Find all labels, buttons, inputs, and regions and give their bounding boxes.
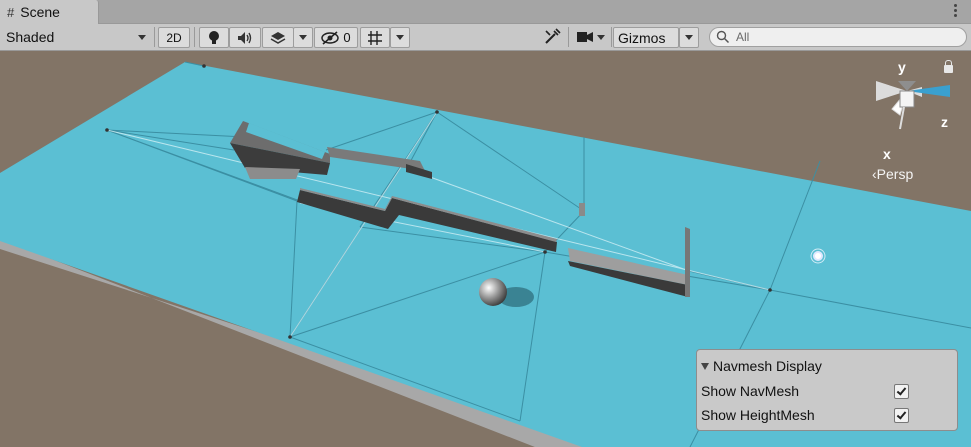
camera-icon <box>577 32 593 42</box>
hidden-count: 0 <box>343 30 351 45</box>
navmesh-display-panel: Navmesh Display Show NavMesh Show Height… <box>696 349 958 431</box>
gizmo-y-label: y <box>898 59 906 75</box>
show-navmesh-label: Show NavMesh <box>701 383 800 399</box>
2d-label: 2D <box>166 30 182 45</box>
effects-toggle-button[interactable] <box>262 27 294 48</box>
navmesh-panel-header[interactable]: Navmesh Display <box>701 358 822 374</box>
chevron-down-icon <box>685 35 693 40</box>
gizmo-x-label: x <box>883 146 891 162</box>
more-options-icon[interactable] <box>954 2 957 19</box>
hash-icon: # <box>7 4 15 20</box>
scene-toolbar: Shaded 2D 0 Gizmos All <box>0 24 971 51</box>
gizmos-button[interactable]: Gizmos <box>613 27 679 48</box>
audio-toggle-button[interactable] <box>229 27 261 48</box>
layers-icon <box>270 31 286 44</box>
shading-mode-dropdown[interactable]: Shaded <box>0 24 152 50</box>
search-icon <box>716 30 730 44</box>
effects-dropdown[interactable] <box>293 27 313 48</box>
search-input[interactable] <box>734 29 958 45</box>
tools-button[interactable] <box>539 24 565 50</box>
light-gizmo <box>810 248 826 264</box>
show-navmesh-checkbox[interactable] <box>894 383 909 399</box>
tools-icon <box>545 28 561 44</box>
show-navmesh-row[interactable]: Show NavMesh <box>701 383 909 399</box>
gizmos-dropdown[interactable] <box>679 27 699 48</box>
lightbulb-icon <box>209 30 219 44</box>
grid-toggle-button[interactable] <box>360 27 390 48</box>
eye-slash-icon <box>321 30 340 45</box>
scene-viewport[interactable]: y z x ‹Persp Navmesh Display Show NavMes… <box>0 51 971 447</box>
grid-icon <box>368 30 382 45</box>
speaker-icon <box>238 31 252 44</box>
projection-label: Persp <box>876 166 914 182</box>
projection-toggle[interactable]: ‹Persp <box>872 166 913 182</box>
tab-scene[interactable]: # Scene <box>0 0 99 24</box>
hidden-objects-toggle[interactable]: 0 <box>314 27 358 48</box>
lock-icon[interactable] <box>944 60 953 73</box>
gizmos-label: Gizmos <box>618 29 666 46</box>
foldout-triangle-icon <box>701 362 709 370</box>
grid-dropdown[interactable] <box>390 27 410 48</box>
hierarchy-search[interactable] <box>709 27 967 47</box>
2d-toggle-button[interactable]: 2D <box>158 27 190 48</box>
chevron-down-icon <box>597 34 605 40</box>
tab-bar: # Scene <box>0 0 971 24</box>
shading-mode-value: Shaded <box>6 29 55 45</box>
show-heightmesh-row[interactable]: Show HeightMesh <box>701 407 909 423</box>
show-heightmesh-label: Show HeightMesh <box>701 407 815 423</box>
chevron-down-icon <box>299 35 307 40</box>
navmesh-panel-title: Navmesh Display <box>713 358 822 374</box>
chevron-down-icon <box>396 35 404 40</box>
sphere-object <box>479 278 507 306</box>
gizmo-z-label: z <box>941 114 948 130</box>
tab-scene-label: Scene <box>20 4 60 20</box>
camera-button[interactable] <box>573 24 609 50</box>
show-heightmesh-checkbox[interactable] <box>894 407 909 423</box>
lighting-toggle-button[interactable] <box>199 27 229 48</box>
chevron-down-icon <box>138 34 146 40</box>
orientation-gizmo[interactable] <box>862 61 952 171</box>
